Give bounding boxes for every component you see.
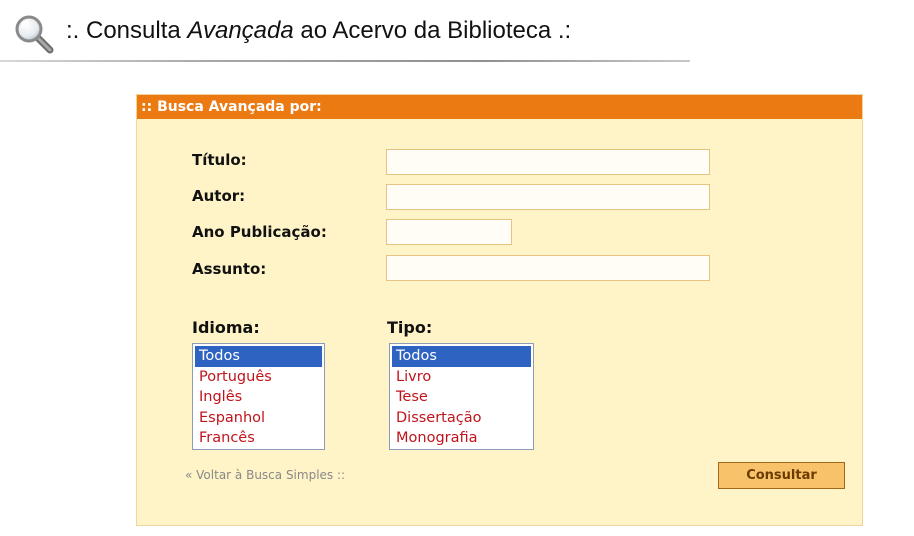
assunto-input[interactable] [386, 255, 710, 281]
page-title-suffix: ao Acervo da Biblioteca .: [293, 17, 572, 44]
magnifier-icon [15, 15, 54, 54]
assunto-label: Assunto: [192, 260, 267, 278]
back-to-simple-search-link[interactable]: « Voltar à Busca Simples :: [185, 468, 345, 482]
header-divider [0, 60, 690, 62]
idioma-label: Idioma: [192, 318, 260, 337]
page-title-prefix: :. Consulta [66, 17, 188, 44]
idioma-option[interactable]: Português [195, 367, 322, 388]
tipo-option[interactable]: Livro [392, 367, 531, 388]
idioma-option[interactable]: Inglês [195, 387, 322, 408]
ano-publicacao-label: Ano Publicação: [192, 223, 327, 241]
tipo-option[interactable]: Monografia [392, 428, 531, 449]
tipo-option[interactable]: Tese [392, 387, 531, 408]
advanced-search-panel: :: Busca Avançada por: Título: Autor: An… [136, 94, 863, 526]
idioma-option[interactable]: Espanhol [195, 408, 322, 429]
page-title-emphasis: Avançada [187, 17, 294, 44]
page-title: :. Consulta Avançada ao Acervo da Biblio… [66, 17, 571, 45]
titulo-input[interactable] [386, 149, 710, 175]
idioma-option[interactable]: Todos [195, 346, 322, 367]
autor-input[interactable] [386, 184, 710, 210]
tipo-listbox[interactable]: Todos Livro Tese Dissertação Monografia [389, 343, 534, 450]
autor-label: Autor: [192, 187, 246, 205]
titulo-label: Título: [192, 151, 247, 169]
tipo-label: Tipo: [387, 318, 433, 337]
tipo-option[interactable]: Todos [392, 346, 531, 367]
idioma-listbox[interactable]: Todos Português Inglês Espanhol Francês [192, 343, 325, 450]
ano-publicacao-input[interactable] [386, 219, 512, 245]
panel-heading: :: Busca Avançada por: [137, 95, 862, 119]
tipo-option[interactable]: Dissertação [392, 408, 531, 429]
page-header: :. Consulta Avançada ao Acervo da Biblio… [0, 0, 914, 62]
idioma-option[interactable]: Francês [195, 428, 322, 449]
consultar-button[interactable]: Consultar [718, 462, 845, 489]
